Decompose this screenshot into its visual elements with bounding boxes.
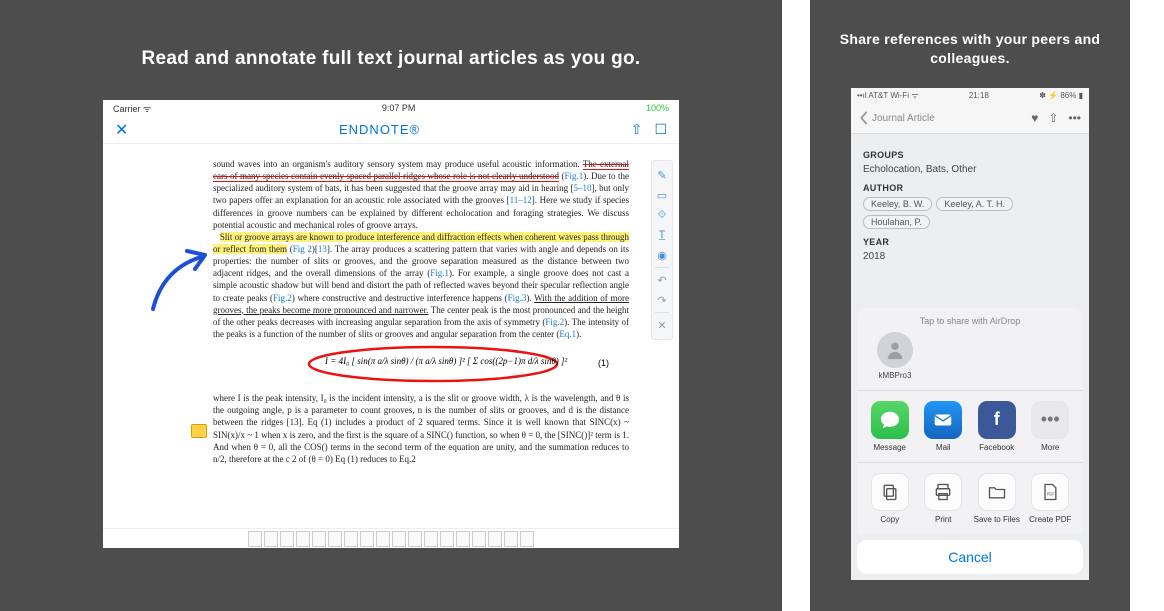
page-thumbnails[interactable]	[103, 528, 679, 548]
thumb[interactable]	[328, 531, 342, 547]
open-external-icon[interactable]: ☐	[654, 121, 667, 138]
message-icon	[871, 401, 909, 439]
ipad-mock: Carrier ᯤ 9:07 PM 100% ✕ ENDNOTE® ⇧ ☐ so…	[103, 100, 679, 548]
status-carrier: ••ıl AT&T Wi-Fi ᯤ	[857, 90, 919, 101]
thumb[interactable]	[344, 531, 358, 547]
action-print[interactable]: Print	[918, 473, 968, 524]
status-time: 21:18	[969, 91, 989, 100]
print-icon	[924, 473, 962, 511]
author-pill[interactable]: Keeley, A. T. H.	[936, 197, 1013, 211]
svg-text:PDF: PDF	[1047, 491, 1056, 496]
action-save-files[interactable]: Save to Files	[972, 473, 1022, 524]
thumb[interactable]	[408, 531, 422, 547]
thumb[interactable]	[424, 531, 438, 547]
pen-icon[interactable]: ✎	[652, 165, 672, 185]
contact-name: kMBPro3	[879, 371, 912, 380]
share-app-facebook[interactable]: f Facebook	[972, 401, 1022, 452]
status-carrier: Carrier ᯤ	[113, 102, 151, 115]
ipad-navbar: ✕ ENDNOTE® ⇧ ☐	[103, 116, 679, 144]
stamp-icon[interactable]: ◉	[652, 245, 672, 265]
action-create-pdf[interactable]: PDF Create PDF	[1025, 473, 1075, 524]
share-icon[interactable]: ⇧	[1048, 111, 1058, 125]
caption-share: Share references with your peers and col…	[810, 30, 1130, 68]
close-tools-icon[interactable]: ✕	[652, 315, 672, 335]
iphone-mock: ••ıl AT&T Wi-Fi ᯤ 21:18 ✽ ⚡ 86% ▮ Journa…	[851, 88, 1089, 580]
text-tool-icon[interactable]: T̲	[652, 225, 672, 245]
document-viewer[interactable]: sound waves into an organism's auditory …	[103, 144, 679, 528]
pdf-icon: PDF	[1031, 473, 1069, 511]
thumb[interactable]	[376, 531, 390, 547]
favorite-icon[interactable]: ♥	[1031, 111, 1038, 125]
thumb[interactable]	[504, 531, 518, 547]
back-button[interactable]: Journal Article	[859, 111, 935, 125]
chevron-left-icon	[859, 111, 869, 125]
thumb[interactable]	[392, 531, 406, 547]
thumb[interactable]	[296, 531, 310, 547]
groups-label: GROUPS	[863, 150, 1077, 160]
facebook-icon: f	[978, 401, 1016, 439]
document-text-2: where I is the peak intensity, I₀ is the…	[213, 392, 629, 465]
comment-icon[interactable]: ▭	[652, 185, 672, 205]
airdrop-row: kMBPro3	[857, 332, 1083, 391]
share-app-message[interactable]: Message	[865, 401, 915, 452]
share-app-more[interactable]: ••• More	[1025, 401, 1075, 452]
thumb[interactable]	[312, 531, 326, 547]
ipad-statusbar: Carrier ᯤ 9:07 PM 100%	[103, 100, 679, 116]
app-title: ENDNOTE®	[339, 122, 420, 137]
more-apps-icon: •••	[1031, 401, 1069, 439]
thumb[interactable]	[440, 531, 454, 547]
close-button[interactable]: ✕	[115, 120, 128, 140]
share-apps-row: Message Mail f Facebook ••• More	[857, 391, 1083, 463]
annotation-arrow	[143, 239, 223, 319]
thumb[interactable]	[360, 531, 374, 547]
annotation-toolbar: ✎ ▭ ⟐ T̲ ◉ ↶ ↷ ✕	[651, 160, 673, 340]
year-value: 2018	[863, 251, 1077, 262]
iphone-navbar: Journal Article ♥ ⇧ •••	[851, 104, 1089, 134]
document-text: sound waves into an organism's auditory …	[213, 158, 629, 340]
avatar-icon	[877, 332, 913, 368]
share-sheet: Tap to share with AirDrop kMBPro3 Messag…	[857, 308, 1083, 574]
year-label: YEAR	[863, 237, 1077, 247]
redo-icon[interactable]: ↷	[652, 290, 672, 310]
author-pill[interactable]: Keeley, B. W.	[863, 197, 932, 211]
mail-icon	[924, 401, 962, 439]
thumb[interactable]	[280, 531, 294, 547]
groups-value: Echolocation, Bats, Other	[863, 164, 1077, 175]
author-pills: Keeley, B. W. Keeley, A. T. H. Houlahan,…	[863, 197, 1077, 229]
thumb[interactable]	[264, 531, 278, 547]
share-actions-row: Copy Print Save to Files PDF Create PDF	[857, 463, 1083, 534]
more-icon[interactable]: •••	[1068, 111, 1081, 125]
share-icon[interactable]: ⇧	[631, 121, 643, 138]
thumb[interactable]	[520, 531, 534, 547]
action-copy[interactable]: Copy	[865, 473, 915, 524]
status-battery: ✽ ⚡ 86% ▮	[1039, 91, 1083, 100]
copy-icon	[871, 473, 909, 511]
author-pill[interactable]: Houlahan, P.	[863, 215, 930, 229]
folder-icon	[978, 473, 1016, 511]
share-app-mail[interactable]: Mail	[918, 401, 968, 452]
lasso-icon[interactable]: ⟐	[652, 205, 672, 225]
back-label: Journal Article	[872, 113, 935, 124]
thumb[interactable]	[472, 531, 486, 547]
status-time: 9:07 PM	[382, 103, 416, 113]
equation-block: I = 4I₀ [ sin(π a/λ sinθ) / (π a/λ sinθ)…	[213, 346, 629, 386]
caption-annotate: Read and annotate full text journal arti…	[142, 48, 641, 70]
undo-icon[interactable]: ↶	[652, 270, 672, 290]
iphone-statusbar: ••ıl AT&T Wi-Fi ᯤ 21:18 ✽ ⚡ 86% ▮	[851, 88, 1089, 104]
reference-detail: GROUPS Echolocation, Bats, Other AUTHOR …	[851, 134, 1089, 270]
thumb[interactable]	[488, 531, 502, 547]
thumb[interactable]	[248, 531, 262, 547]
airdrop-contact[interactable]: kMBPro3	[867, 332, 923, 380]
promo-panel-share: Share references with your peers and col…	[810, 0, 1130, 611]
thumb[interactable]	[456, 531, 470, 547]
cancel-button[interactable]: Cancel	[857, 540, 1083, 574]
airdrop-hint: Tap to share with AirDrop	[857, 316, 1083, 326]
promo-panel-annotate: Read and annotate full text journal arti…	[0, 0, 782, 611]
sticky-note-icon[interactable]	[191, 424, 207, 438]
author-label: AUTHOR	[863, 183, 1077, 193]
status-battery: 100%	[646, 103, 669, 113]
